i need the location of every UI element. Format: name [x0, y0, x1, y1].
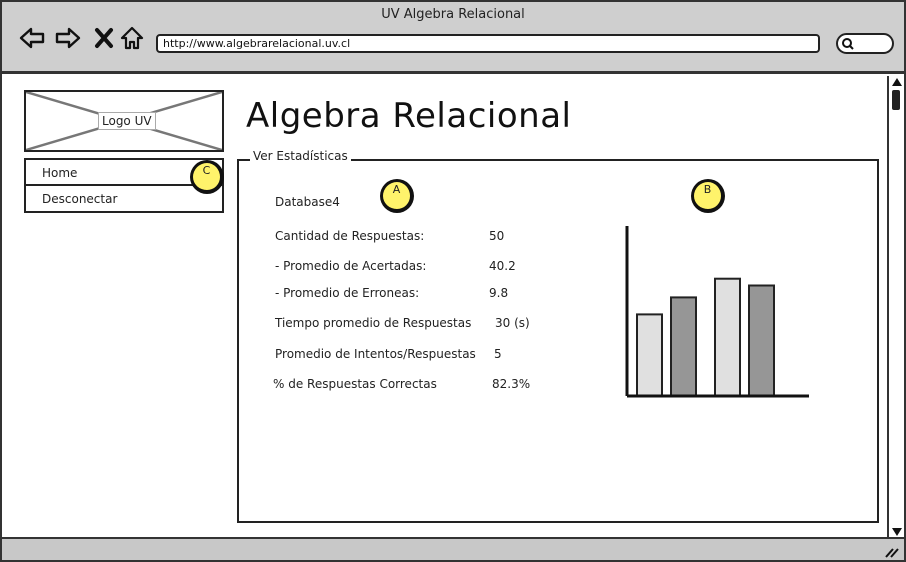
- resize-grip-icon[interactable]: [884, 544, 900, 558]
- scrollbar-thumb[interactable]: [892, 90, 900, 110]
- database-name: Database4: [275, 195, 340, 209]
- chart-bar-0-1: [670, 296, 697, 397]
- callout-c: C: [190, 160, 224, 194]
- sidebar-item-desconectar[interactable]: Desconectar: [26, 186, 222, 212]
- scroll-up-arrow-icon[interactable]: [892, 78, 902, 86]
- status-bar: [2, 537, 904, 560]
- chart-bar-1-0: [714, 277, 741, 398]
- scroll-down-arrow-icon[interactable]: [892, 528, 902, 536]
- stat-value-correctas: 82.3%: [492, 377, 531, 391]
- chart-bar-0-0: [636, 313, 663, 397]
- forward-arrow-icon[interactable]: [54, 24, 82, 52]
- stat-value-tiempo: 30 (s): [495, 316, 530, 330]
- chart-bar-1-1: [748, 284, 775, 397]
- page-title: Algebra Relacional: [246, 96, 572, 136]
- logo-label: Logo UV: [98, 112, 156, 130]
- stat-label-cantidad: Cantidad de Respuestas:: [275, 229, 425, 243]
- stat-label-correctas: % de Respuestas Correctas: [273, 377, 437, 391]
- stat-value-cantidad: 50: [489, 229, 505, 243]
- close-x-icon[interactable]: [90, 24, 118, 52]
- vertical-scrollbar[interactable]: [887, 76, 904, 538]
- stat-value-erroneas: 9.8: [489, 286, 509, 300]
- browser-chrome: UV Algebra Relacional http://www.algebra…: [2, 2, 904, 74]
- stat-label-erroneas: - Promedio de Erroneas:: [275, 286, 420, 300]
- stat-label-tiempo: Tiempo promedio de Respuestas: [275, 316, 472, 330]
- url-field[interactable]: http://www.algebrarelacional.uv.cl: [156, 34, 820, 53]
- search-icon: [842, 38, 854, 50]
- bar-chart: [625, 226, 809, 398]
- callout-b: B: [691, 179, 725, 213]
- back-arrow-icon[interactable]: [18, 24, 46, 52]
- stat-label-intentos: Promedio de Intentos/Respuestas: [275, 347, 476, 361]
- logo-placeholder: Logo UV: [24, 90, 224, 152]
- callout-a: A: [380, 179, 414, 213]
- home-icon[interactable]: [118, 24, 146, 52]
- stat-label-acertadas: - Promedio de Acertadas:: [275, 259, 427, 273]
- stat-value-acertadas: 40.2: [489, 259, 516, 273]
- stats-panel-legend: Ver Estadísticas: [250, 149, 351, 163]
- browser-window: UV Algebra Relacional http://www.algebra…: [0, 0, 906, 562]
- window-title: UV Algebra Relacional: [381, 7, 525, 22]
- browser-search-field[interactable]: [836, 33, 894, 54]
- stat-value-intentos: 5: [494, 347, 502, 361]
